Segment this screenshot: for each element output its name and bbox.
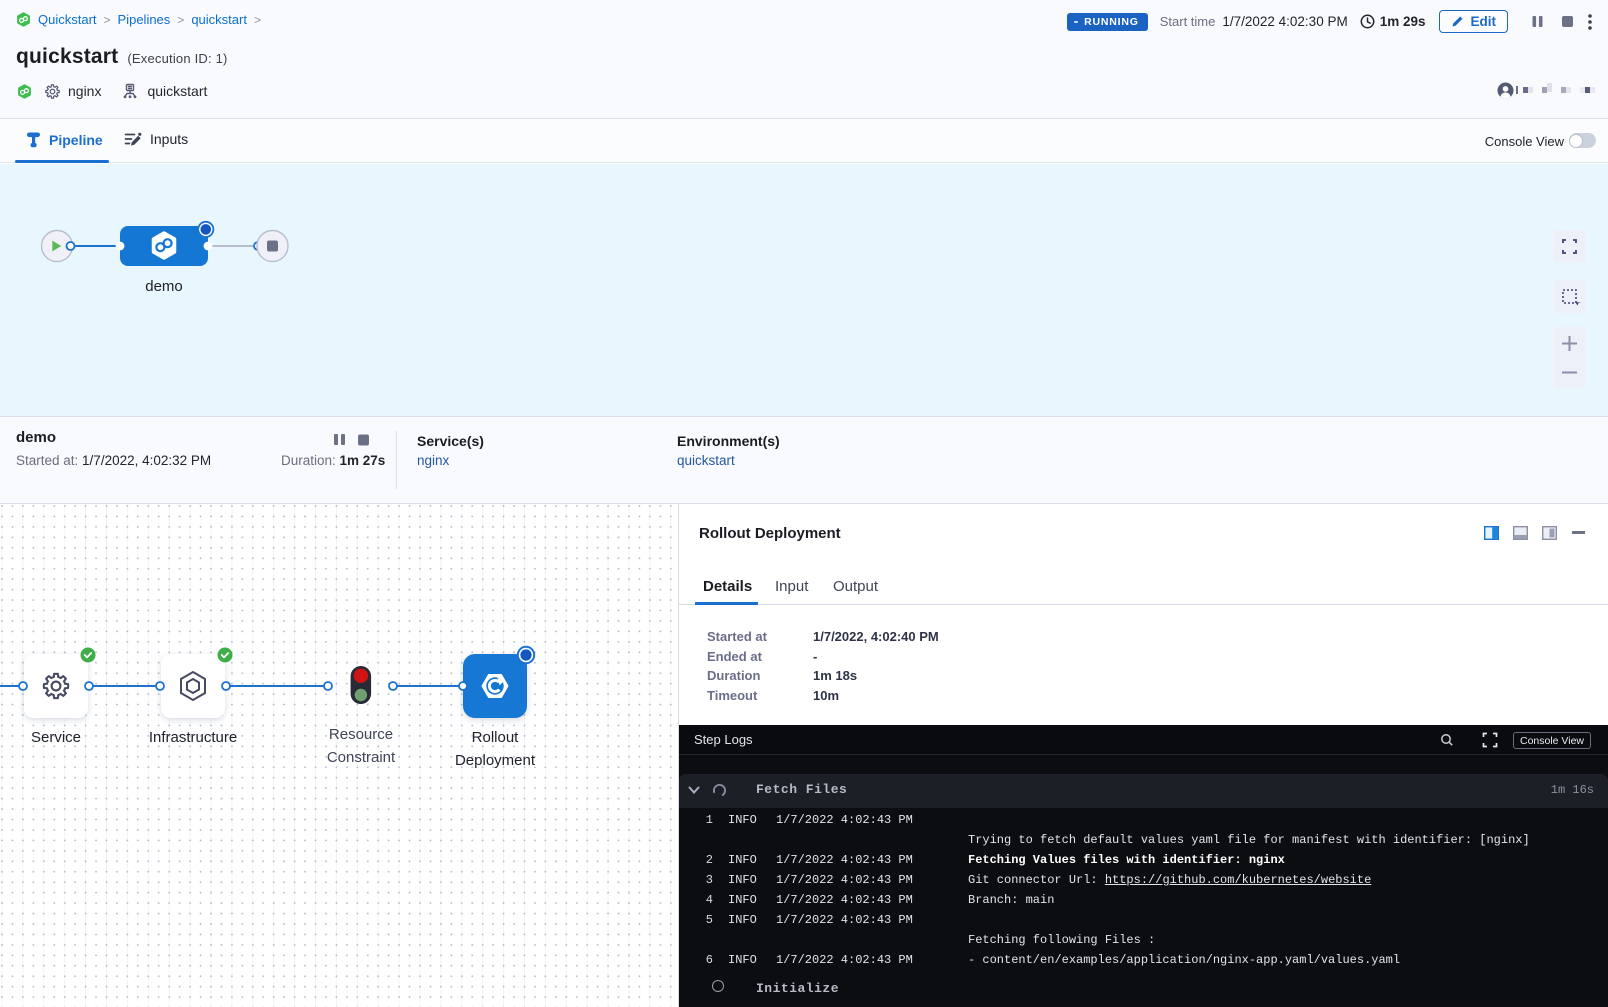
svg-text:Service: Service xyxy=(31,729,81,746)
svg-text:Constraint: Constraint xyxy=(327,749,396,766)
svg-text:Resource: Resource xyxy=(329,726,393,743)
svg-text:demo: demo xyxy=(145,278,183,295)
svg-text:Infrastructure: Infrastructure xyxy=(149,729,237,746)
svg-text:Rollout: Rollout xyxy=(472,729,520,746)
svg-text:Deployment: Deployment xyxy=(455,752,536,769)
